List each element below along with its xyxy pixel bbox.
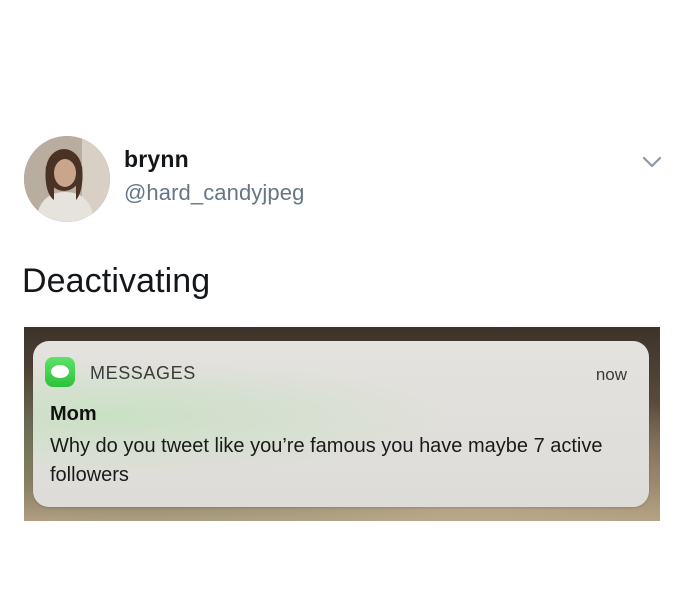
display-name[interactable]: brynn — [124, 146, 189, 173]
notification-sender: Mom — [50, 403, 97, 425]
attached-image[interactable]: MESSAGES now Mom Why do you tweet like y… — [24, 327, 660, 521]
profile-photo-icon — [24, 136, 110, 222]
user-handle[interactable]: @hard_candyjpeg — [124, 180, 304, 206]
chevron-down-icon[interactable] — [640, 152, 664, 172]
notification-body: Why do you tweet like you’re famous you … — [50, 435, 603, 486]
speech-bubble-icon — [51, 365, 69, 378]
notification-time: now — [595, 365, 627, 384]
notification-app-name: MESSAGES — [90, 363, 196, 383]
avatar[interactable] — [24, 136, 110, 222]
tweet-screenshot: brynn @hard_candyjpeg Deactivating MESSA… — [0, 0, 700, 615]
messages-app-icon — [45, 357, 75, 387]
tweet-text: Deactivating — [22, 262, 211, 300]
message-notification: MESSAGES now Mom Why do you tweet like y… — [33, 341, 649, 507]
